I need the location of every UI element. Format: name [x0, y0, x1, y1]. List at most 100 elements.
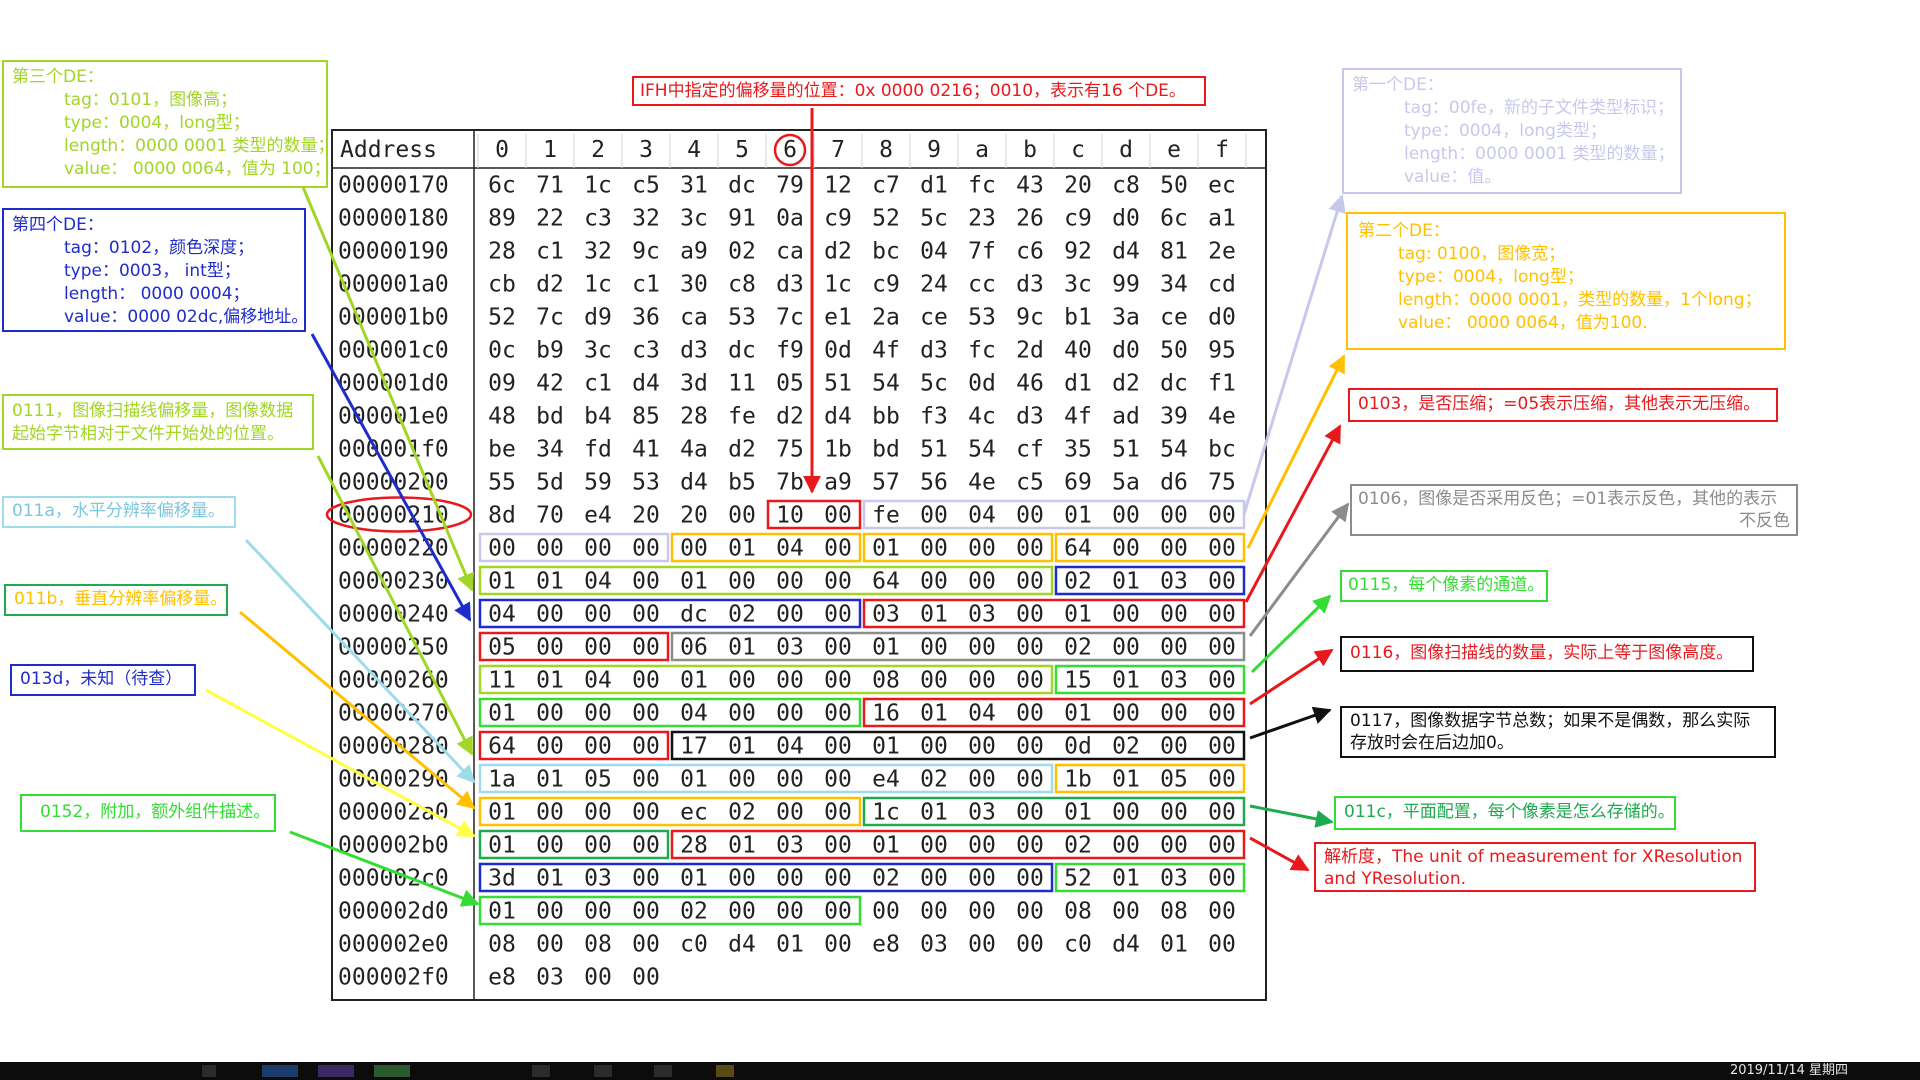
hex-byte: 00	[536, 701, 564, 727]
taskbar-app-icon[interactable]	[318, 1065, 354, 1077]
hex-byte: 34	[1160, 272, 1188, 298]
hex-byte: 5c	[920, 371, 948, 397]
hex-byte: b9	[536, 338, 564, 364]
hex-byte: 3d	[488, 866, 516, 892]
column-header-label: 1	[543, 137, 557, 163]
hex-byte: 00	[1208, 734, 1236, 760]
hex-byte: 00	[968, 536, 996, 562]
hex-byte: d0	[1208, 305, 1236, 331]
hex-byte: 4e	[968, 470, 996, 496]
taskbar-app-icon[interactable]	[654, 1065, 672, 1077]
hex-byte: 00	[920, 833, 948, 859]
hex-byte: 00	[1016, 932, 1044, 958]
hex-byte: 00	[1208, 833, 1236, 859]
hex-byte: 79	[776, 173, 804, 199]
hex-byte: 01	[728, 833, 756, 859]
de4-tag: tag：0102，颜色深度；	[64, 238, 255, 258]
taskbar-app-icon[interactable]	[594, 1065, 612, 1077]
hex-byte: c9	[824, 206, 852, 232]
hex-byte: 00	[1016, 767, 1044, 793]
de4-type: type：0003， int型；	[64, 261, 241, 281]
hex-byte: 00	[1016, 635, 1044, 661]
taskbar-app-icon[interactable]	[262, 1065, 298, 1077]
hex-byte: 03	[920, 932, 948, 958]
hex-byte: 00	[536, 800, 564, 826]
hex-byte: 00	[632, 569, 660, 595]
hex-byte: 64	[1064, 536, 1092, 562]
hex-byte: 00	[536, 602, 564, 628]
hex-byte: 01	[488, 800, 516, 826]
hex-byte: d6	[1160, 470, 1188, 496]
row-address: 00000190	[338, 239, 449, 265]
hex-byte: 01	[1112, 569, 1140, 595]
row-address: 000002d0	[338, 899, 449, 925]
row-address: 00000170	[338, 173, 449, 199]
hex-byte: 4e	[1208, 404, 1236, 430]
hex-byte: bb	[872, 404, 900, 430]
taskbar-app-icon[interactable]	[202, 1065, 216, 1077]
hex-byte: 35	[1064, 437, 1092, 463]
taskbar-app-icon[interactable]	[374, 1065, 410, 1077]
hex-byte: 03	[968, 602, 996, 628]
hex-byte: 3a	[1112, 305, 1140, 331]
hex-byte: 56	[920, 470, 948, 496]
hex-byte: 51	[1112, 437, 1140, 463]
hex-byte: 00	[1160, 536, 1188, 562]
hex-byte: 08	[488, 932, 516, 958]
hex-byte: 01	[1064, 602, 1092, 628]
hex-byte: 01	[680, 668, 708, 694]
hex-byte: 00	[1016, 536, 1044, 562]
de3-value: value： 0000 0064，值为 100；	[64, 159, 328, 179]
hex-byte: 99	[1112, 272, 1140, 298]
hex-byte: 03	[776, 635, 804, 661]
hex-byte: 08	[872, 668, 900, 694]
hex-byte: ca	[680, 305, 708, 331]
hex-byte: 01	[728, 635, 756, 661]
hex-byte: 64	[872, 569, 900, 595]
row-address: 00000230	[338, 569, 449, 595]
hex-byte: 00	[584, 701, 612, 727]
tag-0111-note: 0111，图像扫描线偏移量，图像数据 起始字节相对于文件开始处的位置。	[2, 394, 314, 450]
tag-0106-line1: 0106，图像是否采用反色；=01表示反色，其他的表示	[1358, 489, 1778, 509]
field-highlight-box	[478, 565, 1054, 596]
hex-byte: 00	[824, 536, 852, 562]
hex-byte: 53	[968, 305, 996, 331]
hex-byte: cd	[1208, 272, 1236, 298]
de4-title: 第四个DE：	[12, 215, 104, 235]
hex-byte: 16	[872, 701, 900, 727]
taskbar-app-icon[interactable]	[716, 1065, 734, 1077]
de1-arrow	[1242, 194, 1346, 515]
hex-byte: 2d	[1016, 338, 1044, 364]
hex-byte: fe	[872, 503, 900, 529]
hex-byte: 04	[968, 701, 996, 727]
hex-byte: c3	[584, 206, 612, 232]
hex-byte: d4	[1112, 932, 1140, 958]
hex-byte: e4	[872, 767, 900, 793]
hex-byte: 0d	[1064, 734, 1092, 760]
hex-byte: 01	[488, 833, 516, 859]
de4-length: length： 0000 0004；	[64, 284, 250, 304]
hex-byte: 28	[680, 404, 708, 430]
hex-byte: 00	[1112, 503, 1140, 529]
hex-byte: 1c	[584, 272, 612, 298]
hex-byte: 75	[1208, 470, 1236, 496]
hex-byte: 64	[488, 734, 516, 760]
hex-byte: 00	[920, 503, 948, 529]
taskbar-app-icon[interactable]	[532, 1065, 550, 1077]
hex-byte: dc	[680, 602, 708, 628]
hex-byte: bd	[536, 404, 564, 430]
hex-byte: 10	[776, 503, 804, 529]
hex-byte: 00	[728, 899, 756, 925]
hex-byte: 20	[632, 503, 660, 529]
hex-byte: 00	[1208, 932, 1236, 958]
hex-byte: 00	[536, 734, 564, 760]
hex-byte: 04	[584, 668, 612, 694]
hex-byte: dc	[1160, 371, 1188, 397]
column-header-label: 8	[879, 137, 893, 163]
hex-byte: f3	[920, 404, 948, 430]
hex-byte: 00	[632, 701, 660, 727]
hex-byte: 00	[1016, 800, 1044, 826]
hex-byte: 00	[824, 866, 852, 892]
hex-byte: 57	[872, 470, 900, 496]
hex-byte: 4c	[968, 404, 996, 430]
